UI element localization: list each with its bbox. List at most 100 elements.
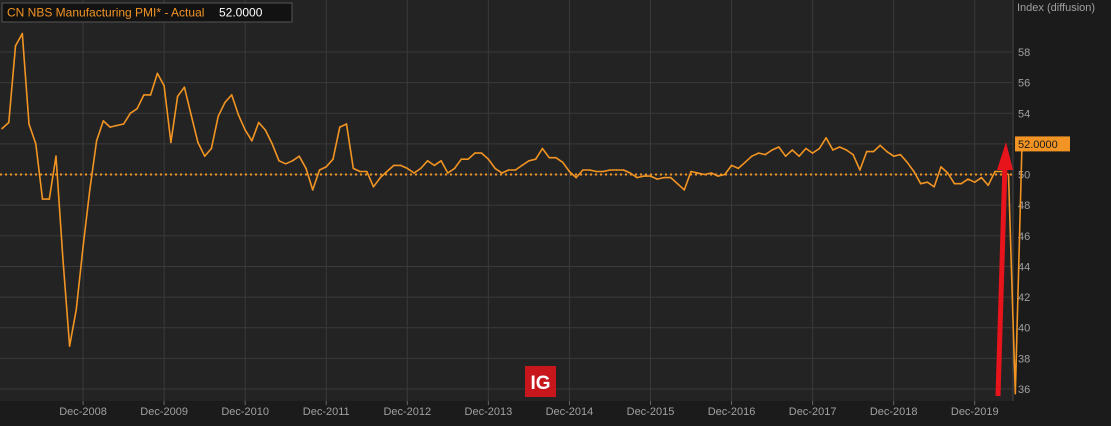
data-point: [487, 158, 490, 160]
data-point: [602, 170, 604, 173]
last-value-label: 52.0000: [1018, 139, 1058, 151]
data-point: [953, 182, 956, 185]
ig-logo-text: IG: [530, 373, 550, 394]
data-point: [244, 129, 246, 131]
ig-logo: IG: [525, 366, 556, 397]
data-point: [291, 160, 294, 162]
data-point: [467, 158, 469, 160]
x-tick-label: Dec-2011: [303, 406, 350, 418]
data-point: [453, 167, 456, 170]
data-point: [609, 169, 611, 171]
data-point: [413, 172, 415, 174]
data-point: [170, 141, 172, 144]
data-point: [433, 164, 436, 167]
data-point: [440, 160, 442, 162]
data-point: [771, 149, 773, 151]
data-point: [642, 175, 645, 177]
x-tick-label: Dec-2008: [59, 406, 107, 418]
data-point: [980, 176, 983, 179]
data-point: [899, 153, 902, 156]
data-point: [136, 107, 138, 110]
data-point: [447, 172, 449, 174]
data-point: [703, 173, 706, 176]
data-point: [656, 178, 658, 180]
data-point: [311, 189, 314, 191]
data-point: [82, 245, 84, 248]
data-point: [514, 169, 517, 171]
data-point: [791, 149, 794, 151]
data-point: [859, 169, 861, 171]
data-point: [886, 150, 888, 153]
data-point: [278, 160, 280, 162]
data-point: [122, 123, 125, 125]
y-tick-label: 42: [1018, 292, 1030, 304]
data-point: [555, 156, 557, 159]
data-point: [1014, 392, 1017, 395]
data-point: [852, 153, 854, 156]
data-point: [906, 161, 908, 164]
data-point: [75, 308, 78, 311]
data-point: [805, 147, 807, 150]
data-point: [62, 256, 64, 259]
data-point: [284, 163, 287, 165]
data-point: [818, 147, 821, 150]
x-tick-label: Dec-2009: [140, 406, 188, 418]
data-point: [116, 124, 118, 127]
data-point: [764, 153, 767, 156]
data-point: [366, 170, 368, 173]
x-tick-label: Dec-2015: [627, 406, 675, 418]
pmi-chart: 363840424446485052545658 Dec-2008Dec-200…: [0, 0, 1111, 421]
data-point: [8, 121, 10, 124]
data-point: [1007, 173, 1010, 176]
data-point: [987, 184, 989, 187]
data-point: [933, 186, 935, 188]
data-point: [710, 172, 713, 174]
data-point: [48, 198, 51, 200]
data-point: [528, 160, 530, 162]
data-point: [744, 161, 746, 164]
y-tick-label: 50: [1018, 170, 1030, 182]
data-point: [636, 176, 638, 179]
data-point: [298, 155, 301, 157]
data-point: [919, 182, 922, 185]
data-point: [359, 170, 361, 173]
data-point: [730, 164, 733, 167]
data-point: [615, 169, 618, 171]
data-point: [420, 167, 422, 170]
data-point: [811, 152, 814, 154]
data-point: [845, 149, 848, 151]
y-tick-label: 38: [1018, 353, 1030, 365]
data-point: [230, 94, 233, 96]
data-point: [649, 175, 652, 177]
legend-value: 52.0000: [219, 6, 263, 20]
data-point: [217, 115, 219, 118]
data-point: [393, 164, 395, 167]
data-point: [751, 155, 753, 157]
data-point: [825, 137, 827, 139]
data-point: [163, 84, 165, 87]
data-point: [237, 114, 240, 116]
data-point: [156, 72, 159, 75]
data-point: [251, 140, 253, 142]
data-point: [568, 170, 571, 173]
data-point: [386, 170, 388, 173]
data-point: [778, 146, 780, 148]
x-tick-label: Dec-2018: [870, 406, 918, 418]
data-point: [629, 172, 631, 174]
data-point: [143, 94, 145, 96]
data-point: [670, 176, 672, 179]
y-tick-label: 58: [1018, 47, 1030, 59]
data-point: [865, 150, 868, 153]
data-point: [892, 155, 895, 157]
data-point: [690, 170, 692, 173]
x-tick-label: Dec-2016: [708, 406, 756, 418]
legend-label: CN NBS Manufacturing PMI* - Actual: [7, 6, 204, 20]
data-point: [872, 150, 875, 153]
data-point: [474, 152, 476, 154]
data-point: [426, 160, 429, 162]
data-point: [926, 181, 929, 183]
data-point: [190, 114, 192, 116]
data-point: [210, 147, 213, 150]
data-point: [460, 158, 463, 160]
data-point: [197, 141, 199, 144]
